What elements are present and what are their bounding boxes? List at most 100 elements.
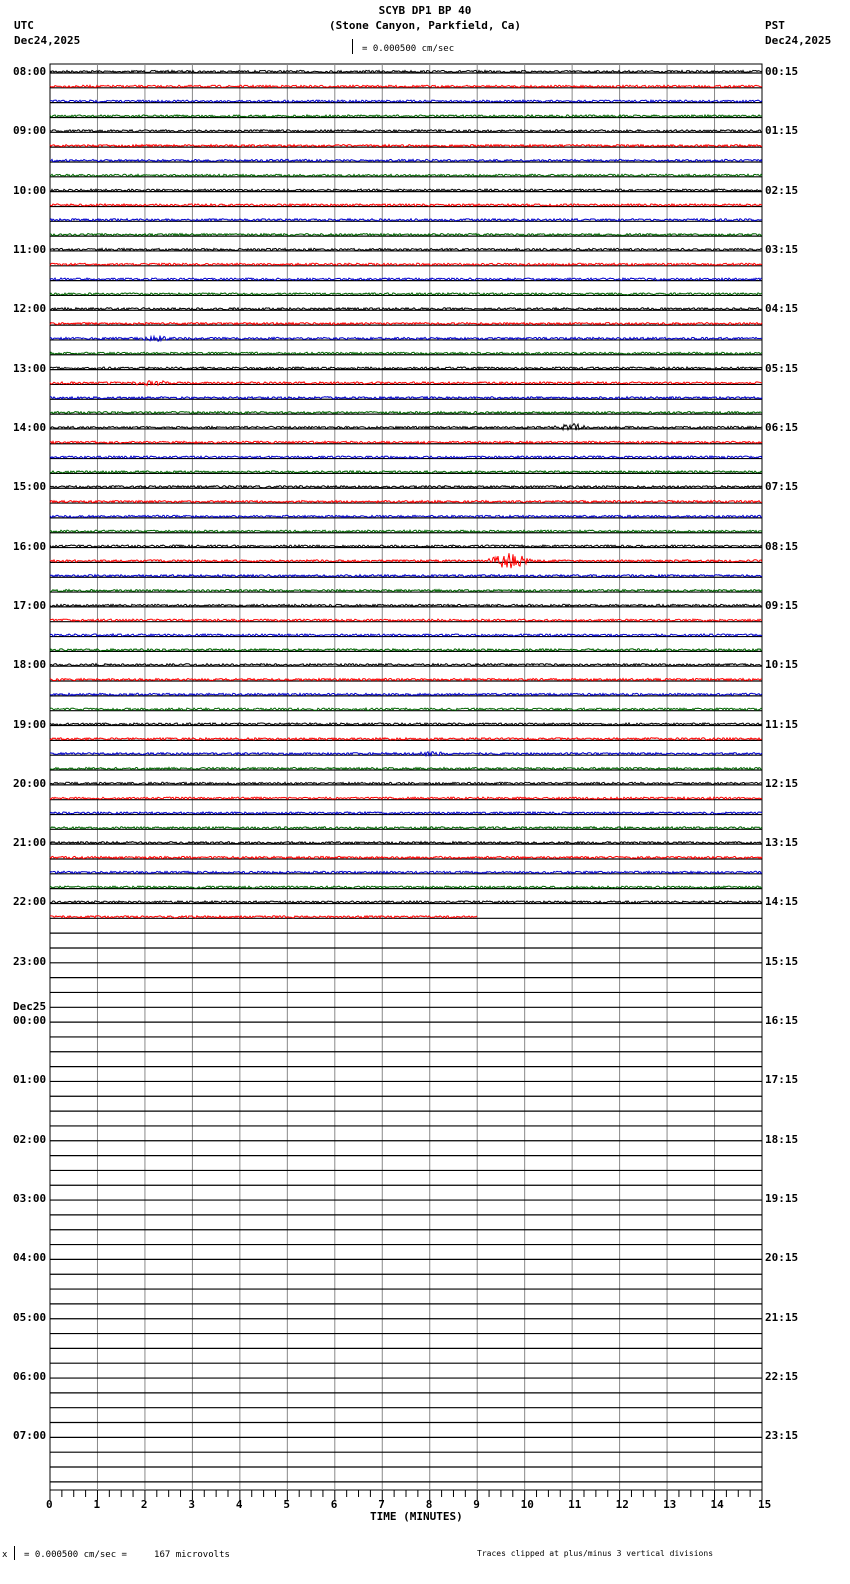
utc-hour-label: 12:00	[13, 302, 47, 316]
seismic-trace	[49, 321, 763, 326]
x-tick-label: 6	[330, 1498, 338, 1511]
seismic-trace	[50, 914, 478, 919]
x-tick-label: 3	[188, 1498, 196, 1511]
seismic-trace	[49, 884, 763, 890]
seismic-trace	[49, 291, 763, 297]
seismic-trace	[49, 825, 763, 831]
pst-hour-label: 22:15	[765, 1370, 799, 1384]
seismic-trace	[49, 410, 762, 415]
seismic-trace	[49, 870, 763, 875]
utc-hour-label: 04:00	[13, 1251, 47, 1265]
utc-hour-label: 07:00	[13, 1429, 47, 1443]
utc-hour-label: 21:00	[13, 836, 47, 850]
seismogram-plot	[49, 63, 763, 1500]
footer-scale-bar-icon	[14, 1546, 15, 1560]
seismic-trace	[49, 232, 763, 237]
seismic-trace	[49, 796, 763, 801]
seismic-trace	[49, 217, 763, 223]
seismic-trace	[49, 262, 763, 267]
seismic-trace	[49, 188, 763, 193]
pst-hour-label: 06:15	[765, 420, 799, 434]
utc-hour-label: 16:00	[13, 539, 47, 553]
seismic-trace	[49, 588, 763, 593]
pst-hour-label: 04:15	[765, 302, 799, 316]
utc-hour-label: 23:00	[13, 954, 47, 968]
x-tick-label: 5	[283, 1498, 290, 1511]
seismic-trace	[49, 158, 763, 163]
footer-scale-prefix: x	[2, 1550, 8, 1560]
seismic-trace	[49, 677, 763, 682]
x-tick-label: 11	[568, 1498, 582, 1511]
pst-hour-label: 17:15	[765, 1073, 799, 1087]
seismic-trace	[49, 454, 763, 460]
utc-hour-label: 01:00	[13, 1073, 47, 1087]
utc-hour-label: 05:00	[13, 1310, 47, 1324]
seismic-trace	[49, 499, 763, 504]
seismic-trace	[49, 840, 763, 845]
date-change-label: Dec25	[13, 1000, 47, 1014]
x-tick-label: 1	[93, 1498, 101, 1511]
pst-hour-label: 18:15	[765, 1132, 799, 1146]
x-tick-label: 9	[473, 1498, 480, 1511]
x-tick-label: 15	[758, 1498, 772, 1511]
utc-hour-label: 13:00	[13, 361, 47, 375]
x-tick-label: 14	[710, 1498, 724, 1511]
pst-hour-label: 03:15	[765, 242, 799, 256]
seismic-trace	[49, 632, 762, 638]
seismic-trace	[49, 484, 763, 489]
seismic-trace	[49, 647, 763, 653]
pst-hour-label: 16:15	[765, 1014, 799, 1028]
seismic-trace	[49, 543, 763, 549]
pst-hour-label: 02:15	[765, 183, 799, 197]
seismic-trace	[49, 617, 762, 623]
utc-hour-label: 19:00	[13, 717, 47, 731]
seismic-trace	[49, 69, 763, 74]
pst-hour-label: 05:15	[765, 361, 799, 375]
pst-hour-label: 21:15	[765, 1310, 799, 1324]
footer-scale-text: = 0.000500 cm/sec = 167 microvolts	[24, 1550, 230, 1560]
pst-hour-label: 00:15	[765, 65, 799, 78]
seismic-trace	[49, 514, 763, 519]
utc-hour-label: 20:00	[13, 776, 47, 790]
utc-hour-label: 08:00	[13, 65, 47, 78]
seismic-trace	[49, 662, 763, 667]
utc-hour-label: 11:00	[13, 242, 47, 256]
utc-hour-label: 09:00	[13, 124, 47, 138]
utc-hour-label: 06:00	[13, 1370, 47, 1384]
seismic-trace	[49, 440, 763, 445]
seismic-trace	[49, 173, 763, 178]
utc-hour-label: 10:00	[13, 183, 47, 197]
pst-hour-label: 10:15	[765, 658, 799, 672]
pst-hour-label: 11:15	[765, 717, 799, 731]
seismic-trace	[49, 766, 763, 771]
seismic-trace	[49, 707, 763, 712]
x-axis-label: TIME (MINUTES)	[370, 1510, 463, 1523]
x-tick-label: 2	[140, 1498, 148, 1511]
pst-hour-label: 08:15	[765, 539, 799, 553]
seismic-trace	[49, 603, 763, 608]
seismic-trace	[49, 277, 763, 282]
seismic-trace	[50, 395, 763, 400]
seismic-trace	[49, 855, 763, 860]
seismic-trace	[49, 692, 763, 697]
utc-hour-label: 17:00	[13, 598, 47, 612]
pst-hour-label: 12:15	[765, 776, 799, 790]
seismic-trace	[49, 98, 763, 104]
utc-hour-label: 18:00	[13, 658, 47, 672]
x-tick-label: 10	[520, 1498, 534, 1511]
utc-hour-label: 22:00	[13, 895, 47, 909]
seismic-trace	[49, 128, 763, 133]
seismic-trace	[49, 306, 762, 311]
utc-hour-label: 00:00	[13, 1014, 47, 1028]
pst-hour-label: 15:15	[765, 954, 799, 968]
seismic-trace	[49, 553, 763, 569]
seismic-trace	[49, 113, 763, 119]
pst-hour-label: 09:15	[765, 598, 799, 612]
utc-hour-label: 03:00	[13, 1192, 47, 1206]
helicorder-page: SCYB DP1 BP 40 (Stone Canyon, Parkfield,…	[0, 0, 850, 1584]
seismic-trace	[49, 529, 763, 534]
pst-hour-label: 13:15	[765, 836, 799, 850]
seismic-trace	[49, 247, 763, 252]
pst-hour-label: 23:15	[765, 1429, 799, 1443]
clip-note: Traces clipped at plus/minus 3 vertical …	[477, 1549, 714, 1558]
